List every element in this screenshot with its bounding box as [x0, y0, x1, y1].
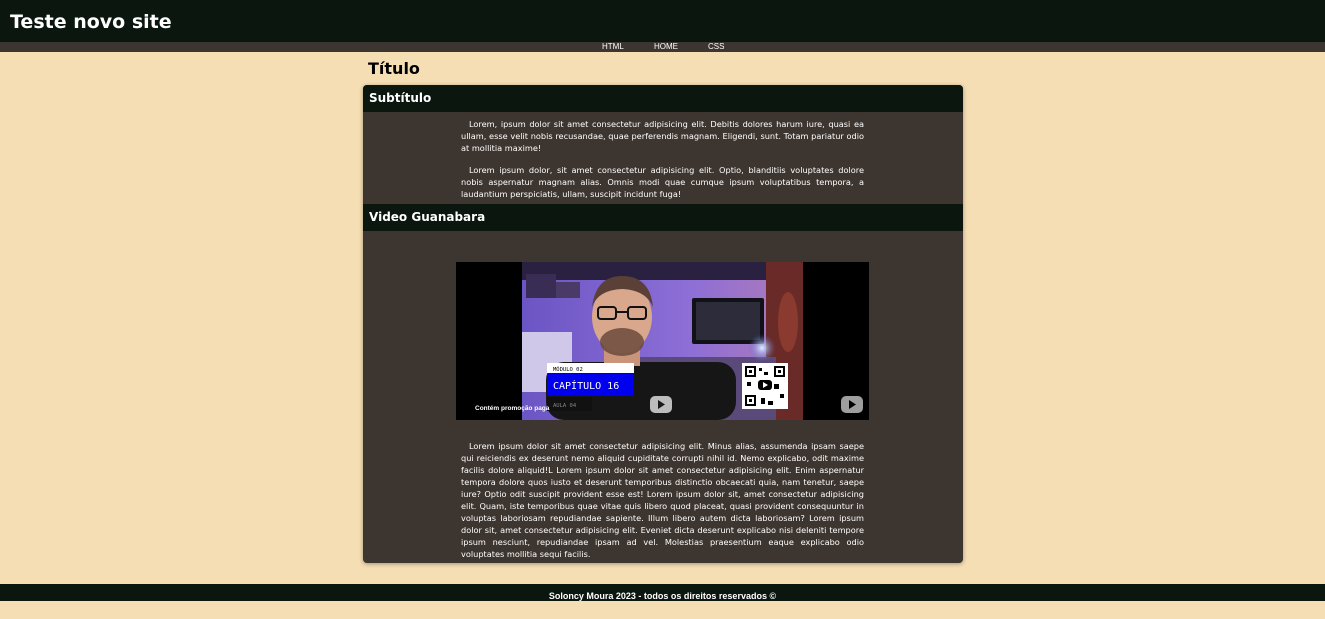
nav-link-css[interactable]: CSS	[708, 42, 724, 52]
content-card: Subtítulo Lorem, ipsum dolor sit amet co…	[363, 85, 963, 563]
section-header-video: Video Guanabara	[363, 204, 963, 231]
youtube-watch-icon[interactable]	[841, 396, 863, 413]
svg-text:CAPÍTULO 16: CAPÍTULO 16	[553, 379, 619, 392]
site-title: Teste novo site	[10, 11, 172, 33]
paragraph: Lorem ipsum dolor sit amet consectetur a…	[461, 441, 864, 559]
site-header: Teste novo site	[0, 0, 1325, 42]
youtube-logo-icon[interactable]	[650, 396, 672, 413]
footer-copyright: Soloncy Moura 2023 - todos os direitos r…	[548, 591, 777, 601]
svg-text:AULA 04: AULA 04	[553, 403, 577, 409]
paragraph: Lorem, ipsum dolor sit amet consectetur …	[461, 119, 864, 153]
paragraph: Lorem ipsum dolor, sit amet consectetur …	[461, 165, 864, 199]
site-footer: Soloncy Moura 2023 - todos os direitos r…	[0, 584, 1325, 601]
section-heading: Subtítulo	[369, 91, 432, 105]
nav-link-html[interactable]: HTML	[602, 42, 624, 52]
section-header-subtitle: Subtítulo	[363, 85, 963, 112]
nav-link-home[interactable]: HOME	[654, 42, 678, 52]
page-title: Título	[368, 59, 420, 78]
paid-promotion-label: Contém promoção paga	[475, 405, 550, 412]
svg-text:MÓDULO 02: MÓDULO 02	[553, 366, 583, 373]
main-nav: HTML HOME CSS	[0, 42, 1325, 52]
video-embed[interactable]: MÓDULO 02 CAPÍTULO 16 AULA 04 Contém pro…	[456, 262, 869, 420]
section-heading: Video Guanabara	[369, 210, 486, 224]
